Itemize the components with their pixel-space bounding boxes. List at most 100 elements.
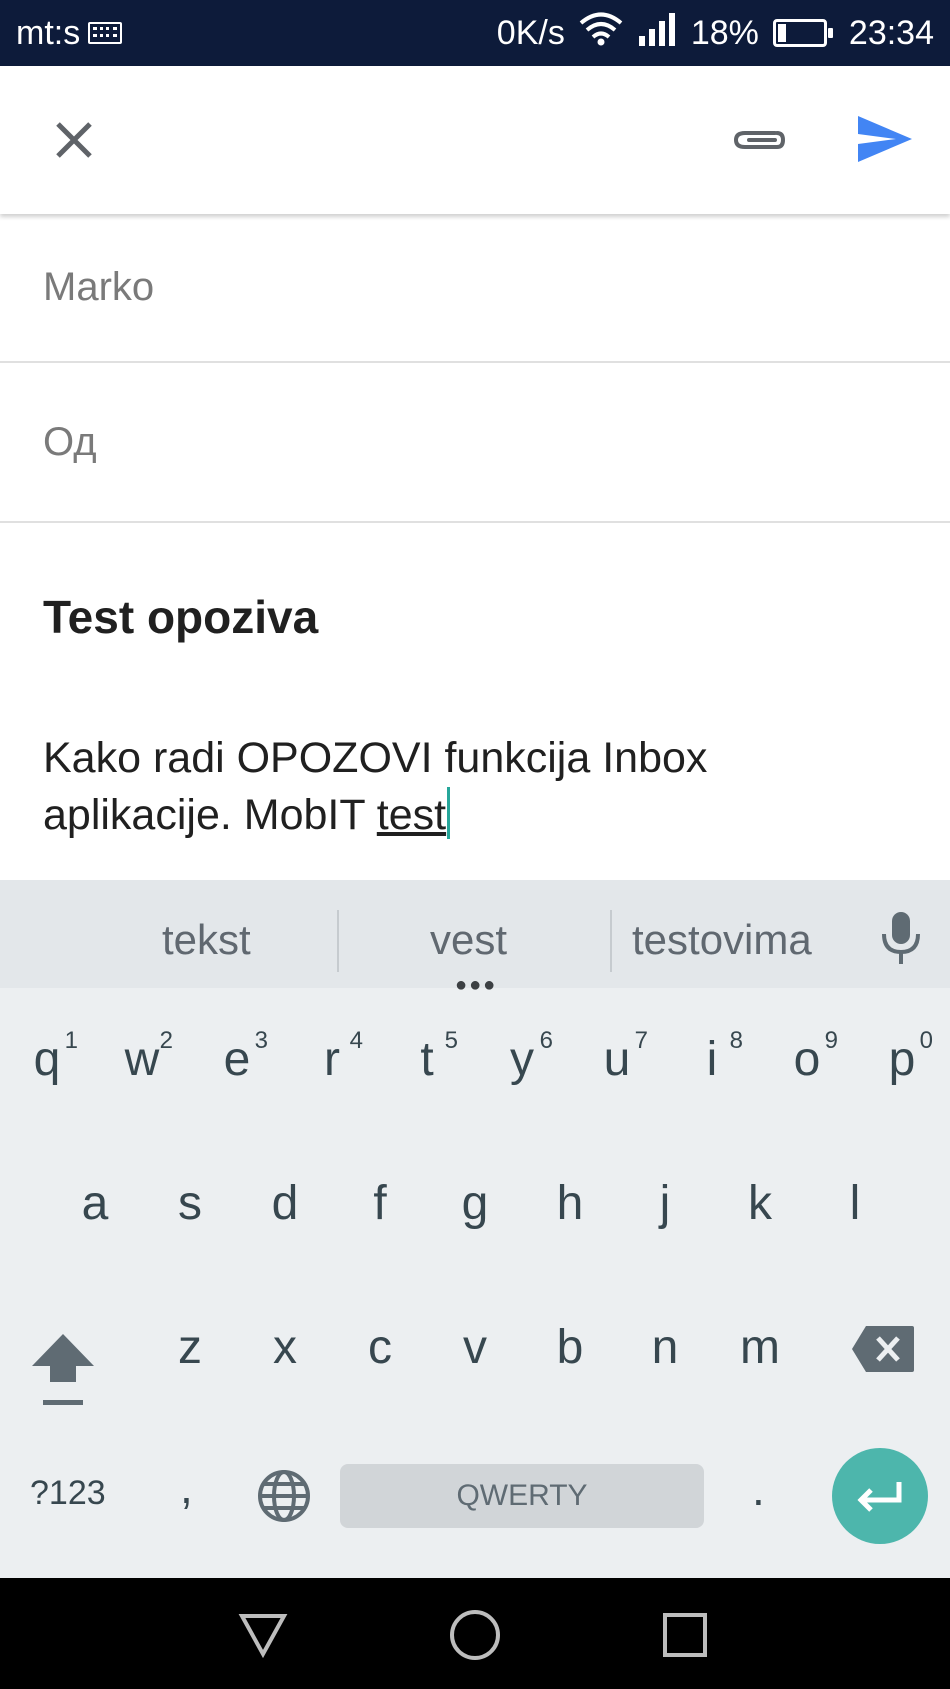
key-label: q [33,1033,61,1086]
key-hint-number: 2 [159,1027,173,1054]
key-label: w [124,1033,160,1086]
suggestion-divider [337,910,339,972]
keyboard-icon [88,22,123,44]
key-c[interactable]: c [335,1320,425,1375]
key-u[interactable]: 7u [572,1027,662,1122]
shift-key[interactable] [30,1332,96,1413]
clock: 23:34 [848,13,934,52]
battery-percent: 18% [690,13,759,52]
key-w[interactable]: 2w [97,1027,187,1122]
back-button[interactable] [228,1600,298,1670]
body-field[interactable]: Kako radi OPOZOVI funkcija Inbox aplikac… [43,730,903,844]
enter-icon [857,1482,902,1512]
key-hint-number: 3 [254,1027,268,1054]
send-button[interactable] [852,106,918,172]
period-key[interactable]: . [752,1462,765,1516]
key-hint-number: 0 [919,1027,933,1054]
key-l[interactable]: l [810,1176,900,1231]
backspace-key[interactable] [850,1324,916,1379]
key-label: u [603,1033,631,1086]
network-speed: 0K/s [496,13,565,52]
text-cursor [447,787,451,839]
attach-button[interactable] [726,110,792,170]
key-p[interactable]: 0p [857,1027,947,1122]
key-z[interactable]: z [145,1320,235,1375]
wifi-icon [579,12,623,55]
key-j[interactable]: j [620,1176,710,1231]
key-y[interactable]: 6y [477,1027,567,1122]
back-icon [238,1614,288,1658]
subject-field[interactable]: Test opoziva [43,590,318,644]
key-label: y [510,1033,534,1086]
key-hint-number: 6 [539,1027,553,1054]
body-line-2-text: aplikacije. MobIT [43,791,377,839]
key-g[interactable]: g [430,1176,520,1231]
recents-button[interactable] [650,1600,720,1670]
composing-word: test [376,791,447,839]
home-icon [450,1610,500,1660]
key-hint-number: 4 [349,1027,363,1054]
signal-icon [637,12,677,55]
key-d[interactable]: d [240,1176,330,1231]
compose-toolbar [0,66,950,214]
key-a[interactable]: a [50,1176,140,1231]
send-icon [858,116,912,162]
body-line-1: Kako radi OPOZOVI funkcija Inbox [43,734,708,782]
key-b[interactable]: b [525,1320,615,1375]
key-v[interactable]: v [430,1320,520,1375]
key-label: e [223,1033,251,1086]
key-hint-number: 1 [64,1027,78,1054]
suggestion-bar: tekst vest ●●● testovima [0,880,950,996]
keyboard: tekst vest ●●● testovima 1q2w3e4r5t6y7u8… [0,880,950,1578]
key-i[interactable]: 8i [667,1027,757,1122]
suggestion-divider [610,910,612,972]
comma-key[interactable]: , [180,1460,193,1514]
carrier-label: mt:s [16,13,81,52]
key-o[interactable]: 9o [762,1027,852,1122]
key-t[interactable]: 5t [382,1027,472,1122]
body-line-2: aplikacije. MobIT test [43,787,903,844]
key-e[interactable]: 3e [192,1027,282,1122]
more-suggestions-icon[interactable]: ●●● [455,974,497,997]
backspace-icon [852,1326,914,1372]
key-n[interactable]: n [620,1320,710,1375]
key-s[interactable]: s [145,1176,235,1231]
close-button[interactable] [44,110,104,170]
key-label: r [324,1033,340,1086]
mic-icon[interactable] [878,910,924,971]
shift-icon [32,1334,94,1405]
to-field[interactable]: Marko [0,214,950,363]
enter-key[interactable] [832,1448,928,1544]
suggestion-2[interactable]: vest [430,916,507,964]
key-x[interactable]: x [240,1320,330,1375]
globe-icon [258,1470,310,1522]
from-field-label: Од [43,419,97,464]
key-m[interactable]: m [715,1320,805,1375]
status-bar: mt:s 0K/s 18% 23:34 [0,0,950,66]
key-r[interactable]: 4r [287,1027,377,1122]
suggestion-3[interactable]: testovima [632,916,812,964]
language-key[interactable] [256,1468,312,1529]
key-h[interactable]: h [525,1176,615,1231]
key-hint-number: 7 [634,1027,648,1054]
key-label: o [793,1033,821,1086]
key-q[interactable]: 1q [2,1027,92,1122]
to-field-value: Marko [43,265,155,309]
key-hint-number: 9 [824,1027,838,1054]
key-f[interactable]: f [335,1176,425,1231]
from-field[interactable]: Од [0,363,950,523]
close-icon [56,122,92,158]
key-hint-number: 5 [444,1027,458,1054]
paperclip-icon [733,131,786,149]
recents-icon [663,1613,707,1657]
key-hint-number: 8 [729,1027,743,1054]
screen: mt:s 0K/s 18% 23:34 Marko Од Test opoziv… [0,0,950,1689]
symbols-key[interactable]: ?123 [30,1474,106,1513]
home-button[interactable] [440,1600,510,1670]
key-k[interactable]: k [715,1176,805,1231]
suggestion-1[interactable]: tekst [162,916,251,964]
key-label: p [888,1033,916,1086]
navigation-bar [0,1578,950,1689]
key-label: t [420,1033,434,1086]
space-bar[interactable]: QWERTY [340,1464,704,1528]
